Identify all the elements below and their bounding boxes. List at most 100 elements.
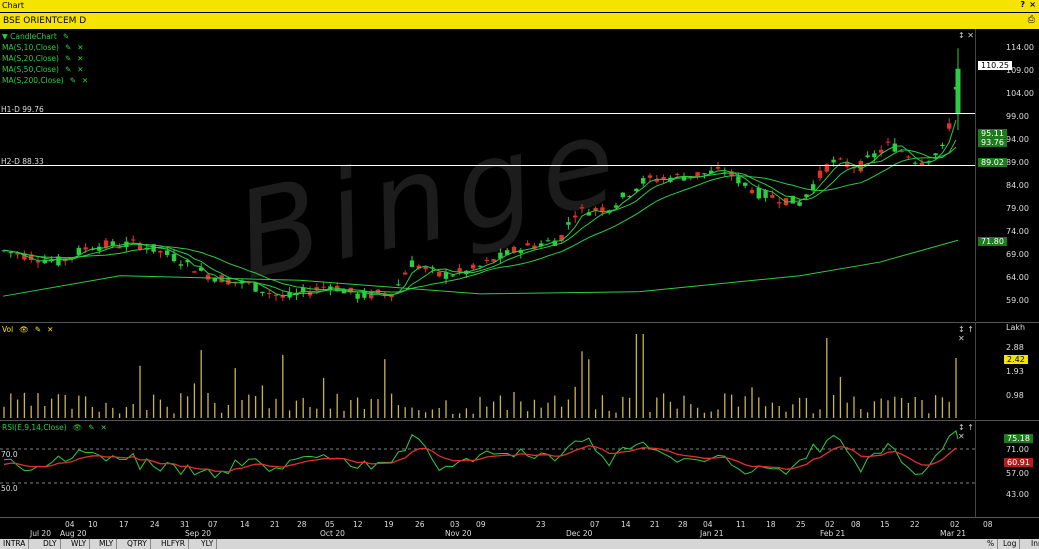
tab-qtry[interactable]: QTRY [124, 539, 151, 549]
date-tick: 17 [119, 520, 129, 529]
edit-icon: ✎ [64, 54, 72, 63]
month-label: Dec 20 [566, 529, 593, 538]
volume-axis[interactable]: Lakh 2.88 1.93 0.98 2.42 [975, 323, 1039, 419]
legend-ma10[interactable]: MA(S,10,Close) ✎ ✕ [2, 43, 84, 52]
candle [165, 250, 170, 255]
candle [838, 158, 843, 160]
candle [892, 143, 897, 152]
ma20-badge: 93.76 [978, 138, 1007, 147]
date-tick: 19 [384, 520, 394, 529]
candle [817, 170, 823, 178]
help-icon[interactable]: ? [1020, 0, 1025, 9]
close-icon[interactable]: × [1029, 0, 1036, 9]
date-tick: 09 [476, 520, 486, 529]
symbol-bar: BSE ORIENTCEM D ⎙ [0, 12, 1039, 29]
pane-controls[interactable]: ↕ ↑ ✕ [958, 325, 975, 343]
candle [770, 195, 775, 198]
legend-candle[interactable]: ▼ CandleChart ✎ [2, 32, 69, 41]
date-tick: 02 [950, 520, 960, 529]
price-tick: 94.00 [1006, 135, 1029, 144]
price-tick: 69.00 [1006, 250, 1029, 259]
scale-percent[interactable]: % [984, 539, 999, 549]
month-label: Nov 20 [445, 529, 472, 538]
candle [906, 156, 911, 158]
candle [267, 292, 272, 294]
candle [879, 149, 884, 153]
scale-log[interactable]: Log [1000, 539, 1021, 549]
remove-icon: ✕ [47, 325, 54, 334]
tab-dly[interactable]: DLY [40, 539, 61, 549]
tab-wly[interactable]: WLY [68, 539, 91, 549]
edit-icon: ✎ [62, 32, 70, 41]
candle [484, 259, 489, 261]
rsi-badge: 75.18 [1004, 434, 1033, 443]
window-titlebar: Chart ? × [0, 0, 1039, 12]
candle [940, 144, 945, 147]
pane-controls[interactable]: ↕ ✕ [958, 31, 974, 40]
candle [811, 184, 816, 191]
volume-pane[interactable]: Vol 👁 ✎ ✕ ↕ ↑ ✕ [0, 323, 975, 419]
price-tick: 59.00 [1006, 296, 1029, 305]
date-tick: 14 [240, 520, 250, 529]
date-tick: 07 [590, 520, 600, 529]
price-tick: 64.00 [1006, 273, 1029, 282]
candle [321, 286, 326, 288]
candle [566, 222, 571, 225]
candle [955, 68, 961, 115]
edit-icon: ✎ [64, 43, 72, 52]
candle [797, 202, 802, 206]
tab-yly[interactable]: YLY [198, 539, 218, 549]
candle [702, 173, 707, 175]
vol-tick: 0.98 [1006, 391, 1024, 400]
tab-intra[interactable]: INTRA [0, 539, 30, 549]
rsi-pane[interactable]: RSI(E,9,14,Close) 👁 ✎ ✕ 70.0 50.0 ↕ ↑ ✕ [0, 421, 975, 517]
month-label: Sep 20 [185, 529, 212, 538]
date-tick: 10 [88, 520, 98, 529]
scale-inr[interactable]: Inr [1028, 539, 1039, 549]
rsi-tick: 71.00 [1006, 445, 1029, 454]
rsi-axis[interactable]: 71.00 57.00 43.00 75.18 60.91 [975, 421, 1039, 517]
legend-vol[interactable]: Vol 👁 ✎ ✕ [2, 325, 53, 334]
candle [865, 155, 870, 158]
rsi-level-lo: 50.0 [1, 484, 18, 493]
legend-ma200[interactable]: MA(S,200,Close) ✎ ✕ [2, 76, 88, 85]
symbol-label[interactable]: BSE ORIENTCEM D [3, 16, 86, 26]
candle [763, 190, 768, 198]
candle [117, 247, 122, 249]
rsi-line [3, 430, 959, 479]
edit-icon: ✎ [34, 325, 42, 334]
remove-icon: ✕ [100, 423, 107, 432]
remove-icon: ✕ [77, 65, 84, 74]
legend-ma20[interactable]: MA(S,20,Close) ✎ ✕ [2, 54, 84, 63]
vol-unit: Lakh [1006, 323, 1026, 332]
candle [437, 272, 442, 277]
legend-rsi[interactable]: RSI(E,9,14,Close) 👁 ✎ ✕ [2, 423, 107, 432]
rsi-signal-badge: 60.91 [1004, 458, 1033, 467]
month-label: Feb 21 [820, 529, 846, 538]
candle [715, 166, 721, 169]
date-axis[interactable]: 04 10 17 24 31 07 14 21 28 05 12 19 26 03 09 23 07 14 21 28… [0, 517, 1039, 538]
hline-h1[interactable] [0, 113, 975, 114]
candle [620, 192, 625, 198]
date-tick: 21 [650, 520, 660, 529]
candle [661, 177, 666, 180]
print-icon[interactable]: ⎙ [1028, 15, 1035, 25]
candle [899, 151, 904, 153]
candle [579, 207, 585, 209]
volume-chart[interactable] [0, 323, 975, 419]
price-chart[interactable] [0, 29, 975, 321]
hline-h2[interactable] [0, 165, 975, 166]
tab-mly[interactable]: MLY [96, 539, 118, 549]
month-label: Jul 20 [30, 529, 51, 538]
price-tick: 104.00 [1006, 89, 1034, 98]
legend-ma50[interactable]: MA(S,50,Close) ✎ ✕ [2, 65, 84, 74]
edit-icon: ✎ [64, 65, 72, 74]
pane-controls[interactable]: ↕ ↑ ✕ [958, 423, 975, 441]
candle [933, 153, 938, 156]
date-tick: 04 [65, 520, 75, 529]
price-pane[interactable]: Binge ▼ CandleChart ✎ MA(S,10,Close) ✎ ✕ MA… [0, 29, 975, 321]
rsi-chart[interactable] [0, 421, 975, 517]
period-tabs: INTRA DLY WLY MLY QTRY HLFYR YLY%Log Inr [0, 539, 1039, 549]
price-axis[interactable]: 114.00 109.00 104.00 99.00 94.00 89.00 84.00 79… [975, 29, 1039, 321]
tab-hlfyr[interactable]: HLFYR [158, 539, 189, 549]
